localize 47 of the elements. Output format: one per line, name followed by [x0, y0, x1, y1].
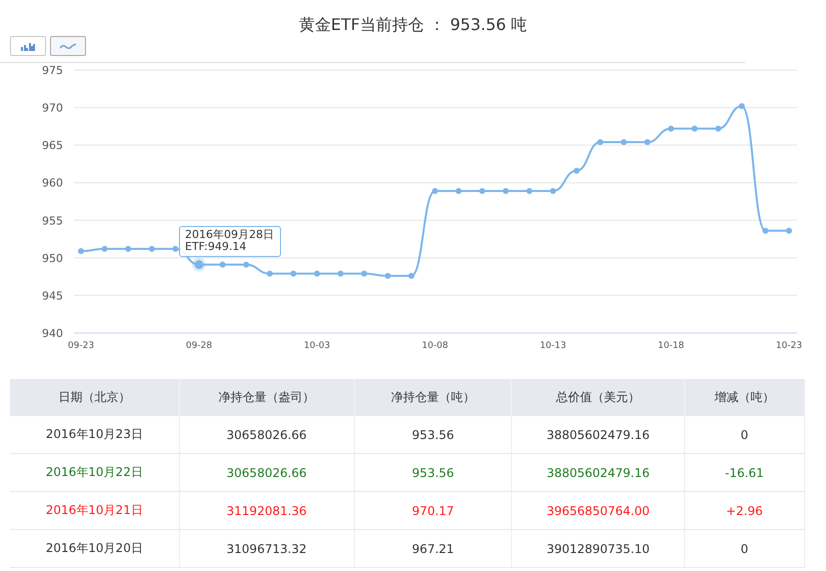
y-axis-label: 965 — [42, 139, 63, 152]
y-axis-label: 950 — [42, 252, 63, 265]
x-axis-label: 10-03 — [304, 341, 330, 351]
table-cell: 30658026.66 — [179, 454, 354, 492]
column-header: 增减（吨） — [684, 379, 804, 416]
y-axis-label: 955 — [42, 214, 63, 228]
line-chart-icon — [60, 42, 76, 50]
table-cell: 39656850764.00 — [512, 492, 684, 530]
table-cell: 38805602479.16 — [512, 454, 684, 492]
table-cell: 2016年10月22日 — [10, 454, 180, 492]
column-header: 净持仓量（吨） — [354, 379, 512, 416]
y-axis-label: 940 — [42, 327, 63, 340]
y-axis-label: 945 — [42, 289, 63, 302]
table-cell: 967.21 — [354, 530, 512, 568]
table-cell: 953.56 — [354, 416, 512, 454]
y-axis-label: 960 — [42, 176, 63, 190]
column-header: 净持仓量（盎司） — [179, 379, 354, 416]
table-cell: 30658026.66 — [179, 416, 354, 454]
table-cell: 0 — [684, 530, 804, 568]
table-cell: 0 — [684, 416, 804, 454]
bar-chart-button[interactable] — [10, 36, 46, 56]
column-header: 总价值（美元） — [512, 379, 684, 416]
table-cell: 31192081.36 — [179, 492, 354, 530]
y-axis-label: 975 — [42, 64, 63, 77]
chart-title: 黄金ETF当前持仓 ： 953.56 吨 — [298, 14, 528, 36]
table-cell: 39012890735.10 — [512, 530, 684, 568]
x-axis-label: 10-18 — [658, 341, 684, 351]
bar-chart-icon — [21, 42, 35, 50]
x-axis-label: 09-28 — [186, 341, 212, 351]
tooltip-value: ETF:949.14 — [185, 240, 248, 253]
x-axis-label: 09-23 — [68, 341, 94, 351]
y-axis-label: 970 — [42, 102, 63, 115]
table-cell: 953.56 — [354, 454, 512, 492]
table-cell: 970.17 — [354, 492, 512, 530]
x-axis-label: 10-08 — [422, 341, 448, 351]
table-cell: +2.96 — [684, 492, 804, 530]
table-cell: 38805602479.16 — [512, 416, 684, 454]
table-cell: -16.61 — [684, 454, 804, 492]
table-cell: 2016年10月20日 — [10, 530, 180, 568]
column-header: 日期（北京） — [10, 379, 180, 416]
x-axis-label: 10-13 — [540, 341, 566, 351]
table-cell: 31096713.32 — [179, 530, 354, 568]
x-axis-label: 10-23 — [776, 341, 802, 351]
table-cell: 2016年10月23日 — [10, 416, 180, 454]
line-chart-button[interactable] — [50, 36, 86, 56]
table-cell: 2016年10月21日 — [10, 492, 180, 530]
tooltip-date: 2016年09月28日 — [185, 228, 274, 241]
